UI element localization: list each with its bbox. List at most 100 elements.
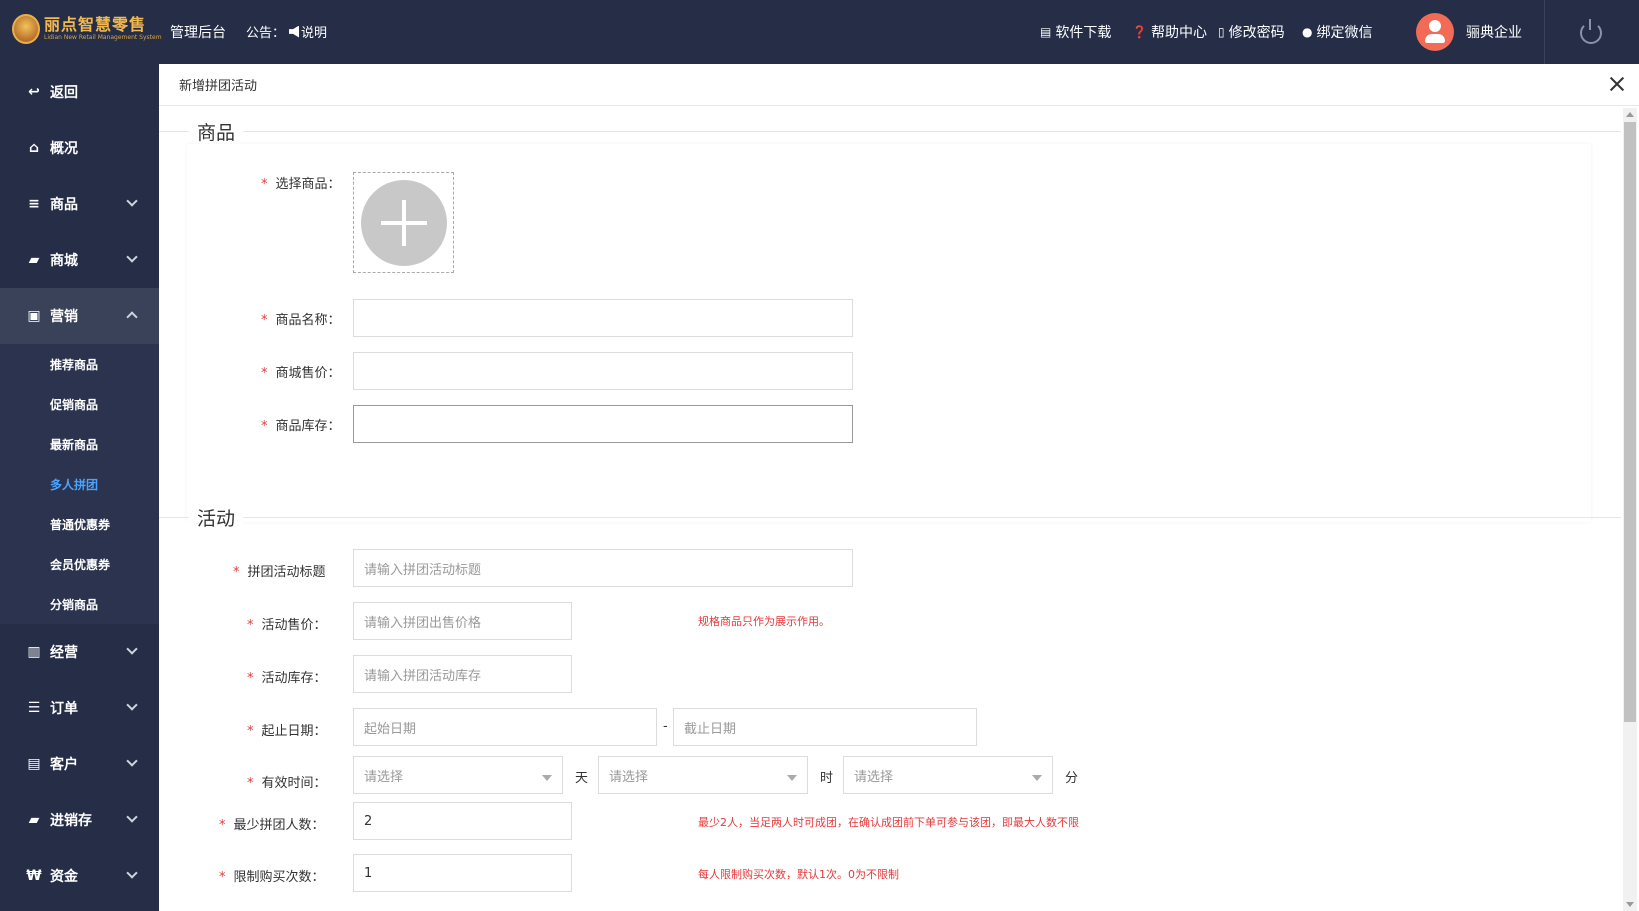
- chevron-down-icon: [126, 755, 138, 767]
- sidebar-subitem-recommended[interactable]: 推荐商品: [0, 344, 159, 384]
- logo-title: 丽点智慧零售: [44, 15, 147, 34]
- notice-label: 公告：: [246, 26, 286, 41]
- sidebar-subitem-member-coupon[interactable]: 会员优惠券: [0, 544, 159, 584]
- dropdown-arrow-icon: [1032, 775, 1042, 781]
- mall-price-input[interactable]: [353, 352, 853, 390]
- select-placeholder: 请选择: [854, 769, 894, 785]
- section-title: 商品: [189, 118, 244, 145]
- scroll-thumb[interactable]: [1624, 122, 1636, 722]
- valid-hours-select[interactable]: 请选择: [598, 756, 808, 794]
- sidebar-item-label: 概况: [50, 141, 78, 157]
- plus-icon: [361, 180, 447, 266]
- unit-hour: 时: [820, 771, 834, 786]
- product-stock-label: * 商品库存：: [261, 419, 341, 434]
- valid-minutes-select[interactable]: 请选择: [843, 756, 1053, 794]
- notice[interactable]: 公告： 说明: [246, 22, 327, 41]
- divider: [1544, 0, 1545, 64]
- dropdown-arrow-icon: [787, 775, 797, 781]
- logo[interactable]: 丽点智慧零售 Lidian New Retail Management Syst…: [12, 14, 162, 44]
- top-bar: 丽点智慧零售 Lidian New Retail Management Syst…: [0, 0, 1639, 64]
- select-product-label: * 选择商品：: [261, 177, 341, 192]
- power-icon[interactable]: [1580, 19, 1602, 44]
- sidebar-item-back[interactable]: ↩ 返回: [0, 64, 159, 120]
- company-name[interactable]: 骊典企业: [1466, 22, 1522, 42]
- sidebar-subitem-group-buy[interactable]: 多人拼团: [0, 464, 159, 504]
- software-download-link[interactable]: ▤ 软件下载: [1040, 22, 1111, 42]
- price-hint: 规格商品只作为展示作用。: [698, 615, 830, 628]
- gift-icon: ▣: [27, 308, 41, 324]
- start-date-input[interactable]: 起始日期: [353, 708, 657, 746]
- sidebar-item-mall[interactable]: ▰ 商城: [0, 232, 159, 288]
- change-password-link[interactable]: ▯ 修改密码: [1218, 22, 1285, 42]
- sidebar-item-marketing[interactable]: ▣ 营销: [0, 288, 159, 344]
- change-password-label: 修改密码: [1228, 25, 1285, 41]
- help-center-label: 帮助中心: [1150, 25, 1207, 41]
- date-separator: -: [663, 719, 668, 734]
- mall-price-label: * 商城售价：: [261, 366, 341, 381]
- sidebar-item-label: 订单: [50, 701, 78, 717]
- select-product-upload[interactable]: [353, 172, 454, 273]
- sidebar-item-operations[interactable]: ▥ 经营: [0, 624, 159, 680]
- scroll-up-arrow-icon[interactable]: [1626, 112, 1634, 117]
- section-activity: 活动: [159, 504, 1621, 531]
- speaker-icon: [289, 25, 300, 38]
- won-icon: ₩: [26, 868, 42, 884]
- purchase-limit-input[interactable]: 1: [353, 854, 572, 892]
- chevron-down-icon: [126, 867, 138, 879]
- min-group-size-hint: 最少2人，当足两人时可成团，在确认成团前下单可参与该团，即最大人数不限: [698, 816, 1079, 829]
- activity-title-input[interactable]: 请输入拼团活动标题: [353, 549, 853, 587]
- end-date-input[interactable]: 截止日期: [673, 708, 977, 746]
- product-name-input[interactable]: [353, 299, 853, 337]
- thermometer-icon: ▯: [1218, 25, 1225, 39]
- bind-wechat-link[interactable]: ● 绑定微信: [1302, 22, 1372, 42]
- sidebar-subitem-coupon[interactable]: 普通优惠券: [0, 504, 159, 544]
- date-range-label: * 起止日期：: [247, 724, 327, 739]
- sidebar-item-funds[interactable]: ₩ 资金: [0, 848, 159, 904]
- question-icon: ❓: [1132, 25, 1147, 39]
- shopping-bag-icon: ▰: [28, 252, 40, 268]
- sidebar-item-inventory[interactable]: ▰ 进销存: [0, 792, 159, 848]
- notice-text[interactable]: 说明: [301, 22, 327, 41]
- sidebar-subitem-newest[interactable]: 最新商品: [0, 424, 159, 464]
- chat-icon: ●: [1302, 25, 1313, 39]
- help-center-link[interactable]: ❓ 帮助中心: [1132, 22, 1207, 42]
- product-stock-input[interactable]: [353, 405, 853, 443]
- sidebar: ↩ 返回 ⌂ 概况 ≡ 商品 ▰ 商城 ▣ 营销 推荐商品 促销商品 最新商品 …: [0, 64, 159, 911]
- product-name-label: * 商品名称：: [261, 313, 341, 328]
- logo-subtitle: Lidian New Retail Management System: [44, 34, 162, 41]
- sidebar-item-label: 营销: [50, 309, 78, 325]
- min-group-size-label: * 最少拼团人数：: [219, 818, 325, 833]
- activity-title-label: * 拼团活动标题: [233, 565, 326, 580]
- sidebar-item-label: 商城: [50, 253, 78, 269]
- admin-label[interactable]: 管理后台: [170, 22, 226, 42]
- panel-title: 新增拼团活动: [179, 79, 258, 94]
- scrollbar[interactable]: [1623, 108, 1637, 911]
- chevron-down-icon: [126, 195, 138, 207]
- sidebar-item-label: 进销存: [50, 813, 92, 829]
- list-icon: ≡: [28, 196, 40, 212]
- activity-stock-input[interactable]: 请输入拼团活动库存: [353, 655, 572, 693]
- sidebar-item-customers[interactable]: ▤ 客户: [0, 736, 159, 792]
- logo-icon: [12, 14, 40, 44]
- select-placeholder: 请选择: [364, 769, 404, 785]
- avatar[interactable]: [1416, 13, 1454, 51]
- purchase-limit-label: * 限制购买次数：: [219, 870, 325, 885]
- sidebar-item-products[interactable]: ≡ 商品: [0, 176, 159, 232]
- sidebar-item-orders[interactable]: ☰ 订单: [0, 680, 159, 736]
- home-icon: ⌂: [28, 140, 40, 156]
- scroll-down-arrow-icon[interactable]: [1626, 902, 1634, 907]
- sidebar-item-overview[interactable]: ⌂ 概况: [0, 120, 159, 176]
- select-placeholder: 请选择: [609, 769, 649, 785]
- sidebar-item-label: 返回: [50, 85, 78, 101]
- sidebar-subitem-distribution[interactable]: 分销商品: [0, 584, 159, 624]
- sidebar-subitem-promotion[interactable]: 促销商品: [0, 384, 159, 424]
- valid-time-label: * 有效时间：: [247, 776, 327, 791]
- valid-days-select[interactable]: 请选择: [353, 756, 563, 794]
- chevron-down-icon: [126, 251, 138, 263]
- activity-price-input[interactable]: 请输入拼团出售价格: [353, 602, 572, 640]
- close-icon[interactable]: [1609, 76, 1625, 92]
- chevron-down-icon: [126, 699, 138, 711]
- purchase-limit-hint: 每人限制购买次数，默认1次。0为不限制: [698, 868, 899, 881]
- min-group-size-input[interactable]: 2: [353, 802, 572, 840]
- marketing-submenu: 推荐商品 促销商品 最新商品 多人拼团 普通优惠券 会员优惠券 分销商品: [0, 344, 159, 624]
